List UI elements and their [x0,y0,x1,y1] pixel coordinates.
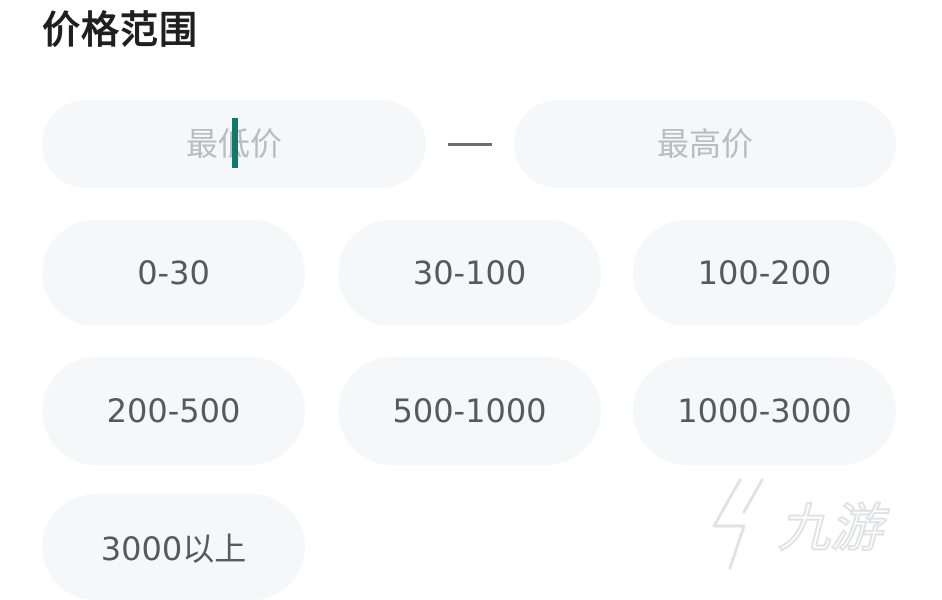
watermark-text: 九游 [778,499,890,559]
price-option-0-30[interactable]: 0-30 [42,220,305,326]
price-option-100-200[interactable]: 100-200 [633,220,896,326]
section-title: 价格范围 [42,8,199,52]
price-option-500-1000[interactable]: 500-1000 [338,357,601,465]
price-option-30-100[interactable]: 30-100 [338,220,601,326]
range-separator [448,143,492,146]
price-option-3000-plus[interactable]: 3000以上 [42,494,305,600]
watermark-logo: 九游 [709,475,891,573]
text-cursor [232,118,238,168]
price-option-200-500[interactable]: 200-500 [42,357,305,465]
max-price-input[interactable] [514,100,896,188]
price-option-1000-3000[interactable]: 1000-3000 [633,357,896,465]
